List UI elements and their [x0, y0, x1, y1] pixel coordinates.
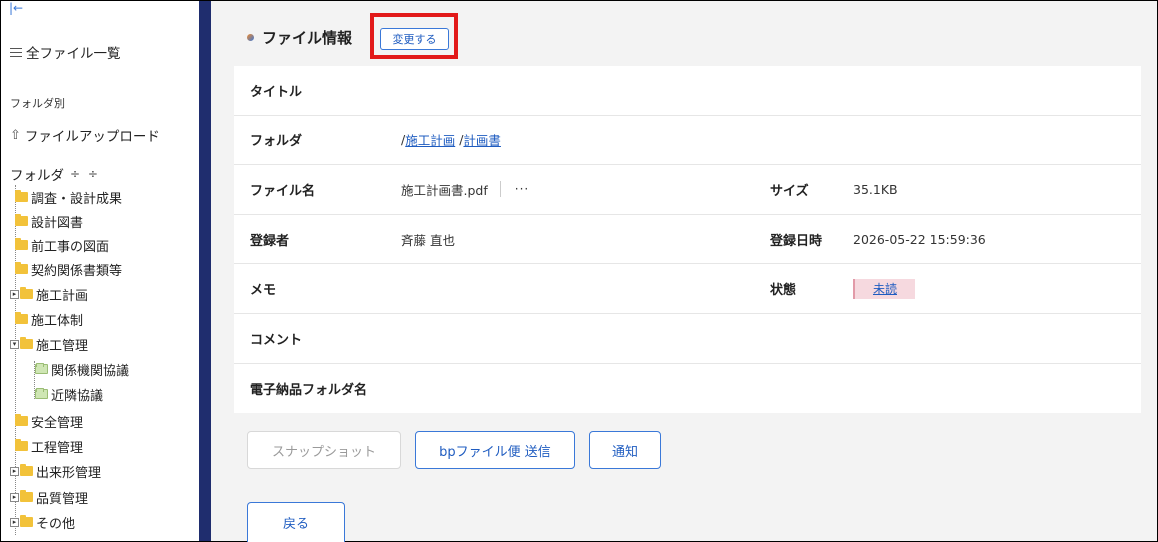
- status-wrap: 未読: [853, 264, 915, 313]
- folder-label: フォルダ: [250, 134, 303, 150]
- expand-icon[interactable]: ▸: [10, 517, 19, 527]
- registrant-label: 登録者: [250, 233, 290, 249]
- tree-item-label: 施工体制: [31, 313, 84, 329]
- tree-item-design-docs[interactable]: 設計図書: [15, 210, 83, 232]
- row-filename: ファイル名 施工計画書.pdf ··· サイズ 35.1KB: [234, 165, 1141, 215]
- filename-value-wrap: 施工計画書.pdf ···: [401, 165, 529, 214]
- folder-icon: [15, 190, 28, 202]
- upload-icon: ⇧: [10, 127, 21, 143]
- folder-icon: [15, 312, 28, 324]
- status-label: 状態: [770, 283, 797, 299]
- folder-icon: [20, 490, 33, 502]
- folder-icon: [35, 363, 48, 374]
- comment-label: コメント: [250, 332, 303, 348]
- tree-item-label: 工程管理: [31, 440, 84, 456]
- tree-item-previous-drawings[interactable]: 前工事の図面: [15, 234, 109, 256]
- registered-at-value: 2026-05-22 15:59:36: [853, 231, 986, 247]
- snapshot-button[interactable]: スナップショット: [247, 431, 401, 469]
- folder-icon: [15, 262, 28, 274]
- page-title: ファイル情報: [262, 29, 353, 47]
- back-button[interactable]: 戻る: [247, 502, 345, 542]
- sort-icon[interactable]: ÷ ÷: [70, 167, 100, 181]
- tree-item-construction-management[interactable]: ▾ 施工管理: [10, 333, 88, 355]
- collapse-left-icon[interactable]: |←: [9, 2, 23, 14]
- folder-icon: [20, 337, 33, 349]
- tree-item-label: 近隣協議: [51, 388, 104, 404]
- nav-file-upload[interactable]: ⇧ ファイルアップロード: [10, 125, 160, 146]
- size-label: サイズ: [770, 183, 809, 199]
- folder-icon: [15, 439, 28, 451]
- tree-item-agency-consultation[interactable]: 関係機関協議: [35, 358, 129, 380]
- list-icon: [10, 47, 22, 58]
- tree-item-label: 契約関係書類等: [31, 263, 123, 279]
- bullet-icon: [247, 34, 254, 41]
- tree-item-other[interactable]: ▸ その他: [10, 511, 75, 533]
- tree-item-label: 関係機関協議: [51, 363, 130, 379]
- tree-item-label: 品質管理: [36, 491, 89, 507]
- notify-button[interactable]: 通知: [589, 431, 661, 469]
- sidebar: |← 全ファイル一覧 フォルダ別 ⇧ ファイルアップロード フォルダ ÷ ÷ 調…: [1, 1, 199, 541]
- nav-all-files[interactable]: 全ファイル一覧: [10, 42, 121, 62]
- tree-item-as-built[interactable]: ▸ 出来形管理: [10, 460, 101, 482]
- file-info-table: タイトル フォルダ / 施工計画 / 計画書 ファイル名 施工計画書.pdf ···…: [234, 66, 1141, 414]
- filename-label: ファイル名: [250, 183, 316, 199]
- tree-item-label: 施工管理: [36, 338, 89, 354]
- edit-button[interactable]: 変更する: [380, 28, 449, 50]
- title-row: ファイル情報: [247, 27, 352, 48]
- filename-value: 施工計画書.pdf: [401, 182, 488, 198]
- tree-item-construction-plan[interactable]: ▸ 施工計画: [10, 283, 88, 305]
- row-folder: フォルダ / 施工計画 / 計画書: [234, 116, 1141, 166]
- size-value: 35.1KB: [853, 181, 898, 197]
- main-panel: ファイル情報 変更する タイトル フォルダ / 施工計画 / 計画書 ファイル名 施…: [211, 1, 1157, 542]
- folder-icon: [20, 464, 33, 476]
- more-icon[interactable]: ···: [515, 182, 529, 196]
- title-label: タイトル: [250, 84, 303, 100]
- tree-item-quality[interactable]: ▸ 品質管理: [10, 486, 88, 508]
- delivery-folder-label: 電子納品フォルダ名: [250, 382, 368, 398]
- tree-item-safety[interactable]: 安全管理: [15, 410, 83, 432]
- tree-item-label: 設計図書: [31, 215, 84, 231]
- tree-item-schedule[interactable]: 工程管理: [15, 435, 83, 457]
- tree-item-contract-docs[interactable]: 契約関係書類等: [15, 258, 122, 280]
- folder-path: / 施工計画 / 計画書: [401, 130, 501, 149]
- nav-all-files-label: 全ファイル一覧: [26, 46, 121, 62]
- folder-header-label: フォルダ: [10, 168, 64, 184]
- folder-icon: [15, 414, 28, 426]
- folder-link-2[interactable]: 計画書: [463, 130, 501, 149]
- memo-label: メモ: [250, 283, 277, 299]
- tree-item-survey[interactable]: 調査・設計成果: [15, 186, 122, 208]
- tree-item-label: その他: [36, 516, 76, 532]
- expand-icon[interactable]: ▸: [10, 289, 19, 299]
- tree-item-label: 調査・設計成果: [31, 191, 123, 207]
- tree-item-label: 出来形管理: [36, 465, 102, 481]
- folder-icon: [20, 515, 33, 527]
- section-label: フォルダ別: [10, 97, 65, 110]
- folder-icon: [15, 238, 28, 250]
- row-memo: メモ 状態 未読: [234, 264, 1141, 314]
- folder-icon: [20, 287, 33, 299]
- folder-icon: [15, 214, 28, 226]
- status-badge[interactable]: 未読: [853, 278, 915, 299]
- tree-item-label: 施工計画: [36, 288, 89, 304]
- tree-item-neighborhood-consultation[interactable]: 近隣協議: [35, 383, 103, 405]
- row-delivery-folder: 電子納品フォルダ名: [234, 364, 1141, 414]
- separator: [499, 181, 501, 198]
- row-comment: コメント: [234, 314, 1141, 364]
- registrant-value: 斉藤 直也: [401, 232, 455, 248]
- folder-icon: [35, 388, 48, 399]
- folder-link-1[interactable]: 施工計画: [405, 130, 455, 149]
- collapse-icon[interactable]: ▾: [10, 339, 19, 349]
- row-registrant: 登録者 斉藤 直也 登録日時 2026-05-22 15:59:36: [234, 215, 1141, 265]
- tree-item-construction-system[interactable]: 施工体制: [15, 308, 83, 330]
- tree-item-label: 安全管理: [31, 415, 84, 431]
- registered-at-label: 登録日時: [770, 233, 823, 249]
- sidebar-divider[interactable]: [199, 1, 211, 541]
- bp-send-button[interactable]: bpファイル便 送信: [415, 431, 575, 469]
- expand-icon[interactable]: ▸: [10, 492, 19, 502]
- row-title: タイトル: [234, 66, 1141, 116]
- tree-item-label: 前工事の図面: [31, 239, 110, 255]
- nav-upload-label: ファイルアップロード: [24, 129, 160, 145]
- folder-header: フォルダ ÷ ÷: [10, 164, 100, 184]
- expand-icon[interactable]: ▸: [10, 466, 19, 476]
